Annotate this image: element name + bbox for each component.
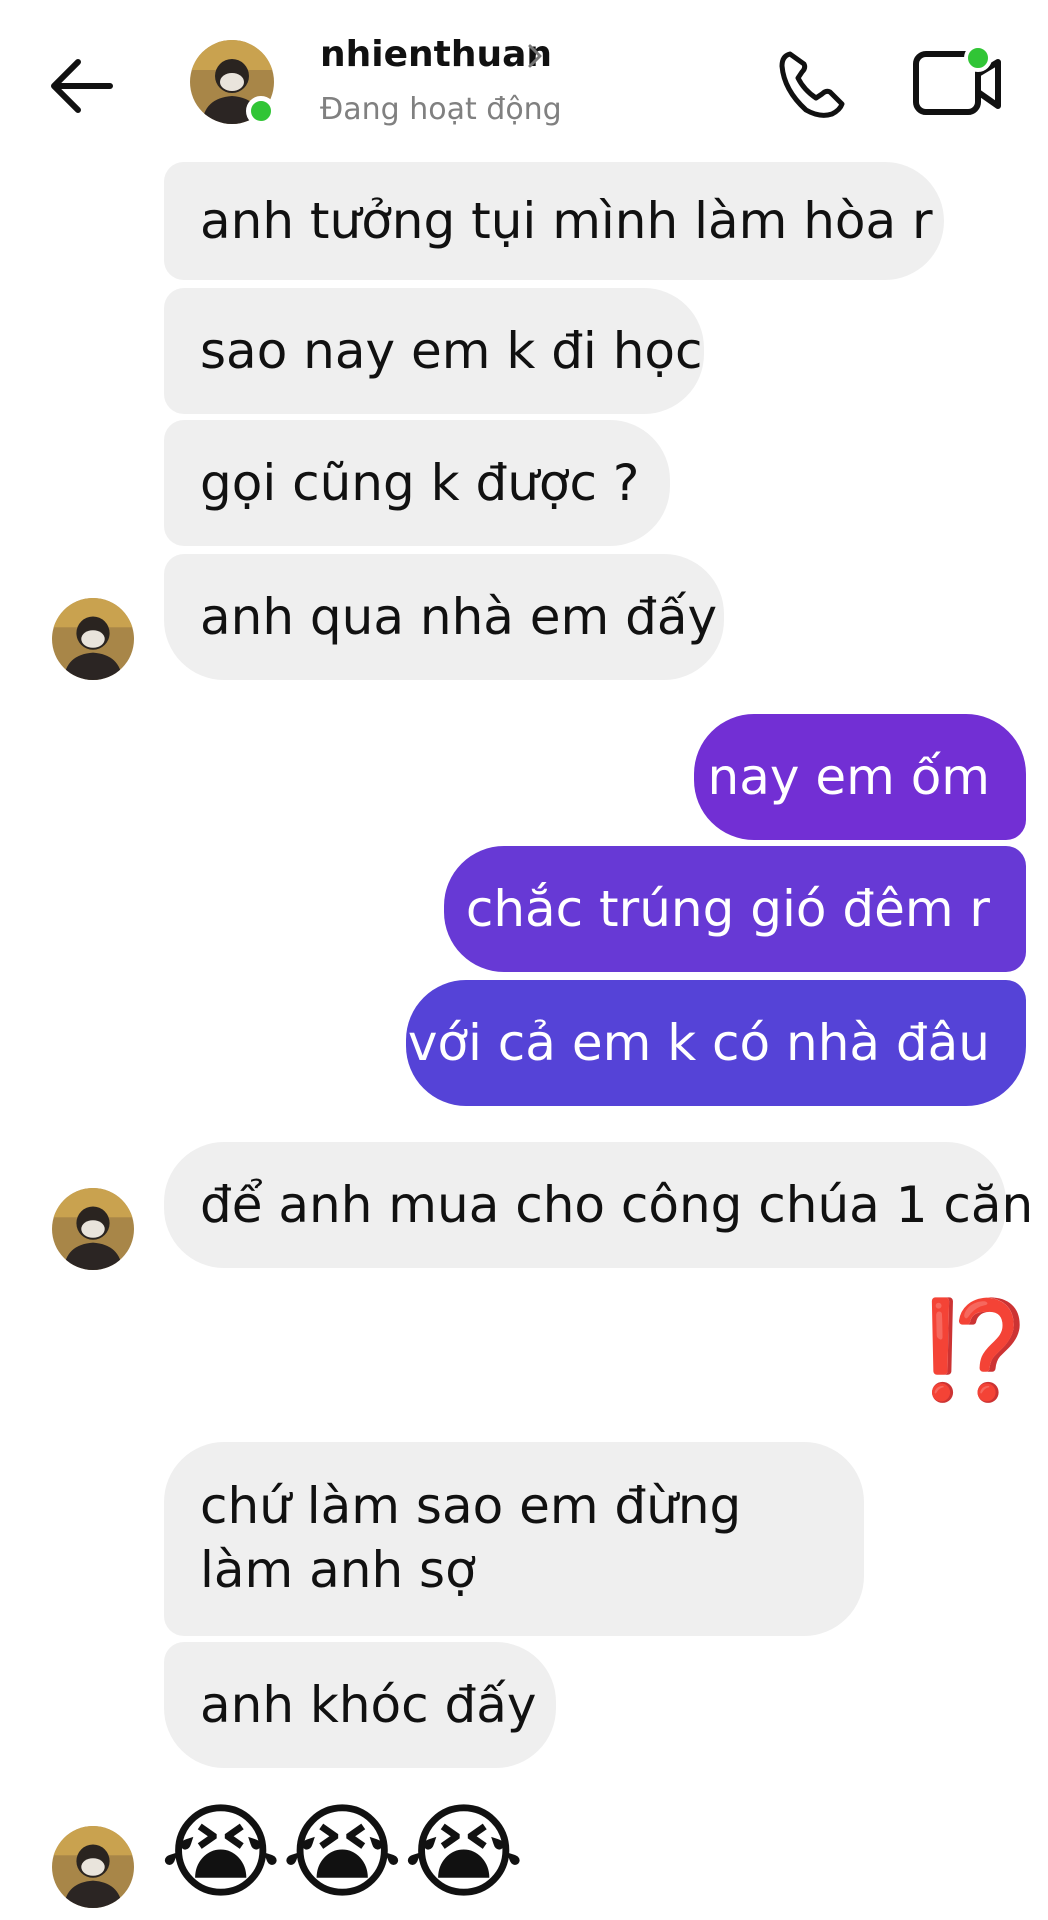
exclamation-question-emoji[interactable]: ⁉️ (916, 1302, 1036, 1398)
arrow-left-icon (51, 59, 113, 113)
contact-name[interactable]: nhienthuan (320, 34, 552, 75)
message-incoming[interactable]: gọi cũng k được ? (164, 420, 670, 546)
chat-header: nhienthuan Đang hoạt động (0, 0, 1048, 160)
message-outgoing[interactable]: với cả em k có nhà đâu (406, 980, 1026, 1106)
crying-emoji-message[interactable]: 😭😭😭 (160, 1800, 525, 1904)
sender-avatar[interactable] (52, 1188, 134, 1270)
sender-avatar[interactable] (52, 1826, 134, 1908)
online-status-dot (246, 96, 276, 126)
video-active-dot (964, 44, 992, 72)
message-incoming[interactable]: để anh mua cho công chúa 1 căn (164, 1142, 1033, 1268)
active-status: Đang hoạt động (320, 92, 562, 127)
chevron-right-icon[interactable] (524, 42, 546, 70)
message-incoming[interactable]: anh khóc đấy (164, 1642, 556, 1768)
message-incoming[interactable]: chứ làm sao em đừng làm anh sợ (164, 1442, 864, 1636)
voice-call-button[interactable] (776, 46, 850, 120)
sender-avatar[interactable] (52, 598, 134, 680)
message-incoming[interactable]: anh tưởng tụi mình làm hòa r (164, 162, 944, 280)
message-incoming[interactable]: anh qua nhà em đấy (164, 554, 724, 680)
message-incoming[interactable]: sao nay em k đi học (164, 288, 704, 414)
phone-icon (779, 51, 845, 118)
message-outgoing[interactable]: nay em ốm (694, 714, 1026, 840)
message-outgoing[interactable]: chắc trúng gió đêm r (444, 846, 1026, 972)
back-button[interactable] (44, 52, 120, 120)
